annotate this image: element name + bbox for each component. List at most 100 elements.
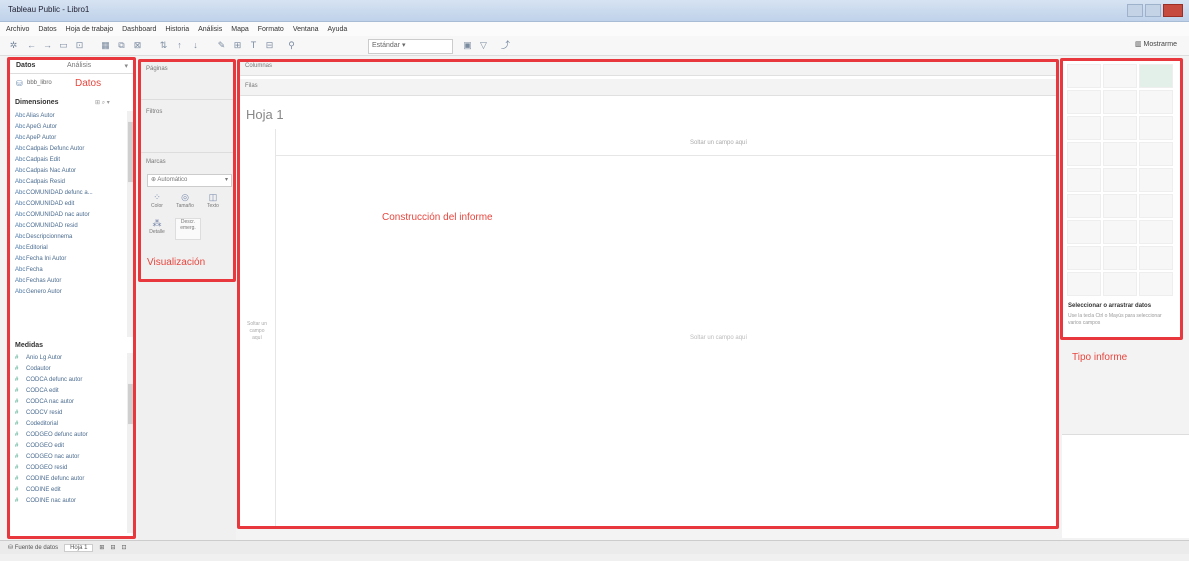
menu-dashboard[interactable]: Dashboard [122,26,156,33]
dimensions-scrollbar[interactable] [127,111,134,337]
tab-data-source[interactable]: ⛁ Fuente de datos [8,544,58,551]
columns-shelf[interactable]: Columnas [240,59,1058,76]
measure-field[interactable]: # CODCA nac autor [15,397,125,408]
menu-hoja-de-trabajo[interactable]: Hoja de trabajo [66,26,113,33]
measure-field[interactable]: # CODGEO resid [15,463,125,474]
chart-type-thumbnail[interactable] [1067,90,1101,114]
menu-ventana[interactable]: Ventana [293,26,319,33]
dimension-field[interactable]: AbcGenero Autor [15,287,125,298]
chart-type-thumbnail[interactable] [1067,194,1101,218]
dimension-field[interactable]: AbcApeG Autor [15,122,125,133]
drop-field-rows-target[interactable]: Soltar un campo aquí [246,321,268,342]
measure-field[interactable]: # CODINE edit [15,485,125,496]
menu-mapa[interactable]: Mapa [231,26,249,33]
chart-type-thumbnail[interactable] [1103,272,1137,296]
measure-field[interactable]: # CODCV resid [15,408,125,419]
panel-menu-icon[interactable]: ▾ [124,62,128,70]
dimension-field[interactable]: AbcAlias Autor [15,111,125,122]
menu-analisis[interactable]: Análisis [198,26,222,33]
text-mark-button[interactable]: ◫ Texto [203,192,223,212]
chart-type-thumbnail[interactable] [1139,64,1173,88]
measure-field[interactable]: # CODINE nac autor [15,496,125,507]
menu-formato[interactable]: Formato [258,26,284,33]
tab-analisis[interactable]: Análisis [67,62,91,69]
dimension-field[interactable]: AbcCOMUNIDAD edit [15,199,125,210]
menu-historia[interactable]: Historia [165,26,189,33]
dimension-field[interactable]: AbcCadpais Resid [15,177,125,188]
drop-field-view-target[interactable]: Soltar un campo aquí [690,335,747,341]
minimize-button[interactable] [1127,4,1143,17]
measure-field[interactable]: # CODCA edit [15,386,125,397]
chart-type-thumbnail[interactable] [1103,246,1137,270]
measure-field[interactable]: # CODGEO defunc autor [15,430,125,441]
tooltip-icon[interactable]: ▽ [478,40,489,51]
dimensions-tools-icon[interactable]: ⊞ ⌕ ▾ [95,99,110,107]
save-icon[interactable]: ▭ [58,40,69,51]
mark-type-dropdown[interactable]: ⊕ Automático ▾ [147,174,232,187]
group-icon[interactable]: ⊞ [232,40,243,51]
close-button[interactable] [1163,4,1183,17]
dimension-field[interactable]: AbcDescripcionnema [15,232,125,243]
chart-type-thumbnail[interactable] [1103,64,1137,88]
dimension-field[interactable]: AbcCOMUNIDAD nac autor [15,210,125,221]
chart-type-thumbnail[interactable] [1139,220,1173,244]
fit-dropdown[interactable]: Estándar ▾ [368,39,453,54]
add-datasource-icon[interactable]: ⊡ [74,40,85,51]
new-dashboard-icon[interactable]: ⊟ [110,544,115,551]
fix-axes-icon[interactable]: ⊟ [264,40,275,51]
dimension-field[interactable]: AbcCadpais Edit [15,155,125,166]
chart-type-thumbnail[interactable] [1067,220,1101,244]
measure-field[interactable]: # CODGEO edit [15,441,125,452]
dimension-field[interactable]: AbcCOMUNIDAD resid [15,221,125,232]
chart-type-thumbnail[interactable] [1103,220,1137,244]
share-icon[interactable]: ⤴ [500,40,511,51]
chart-type-thumbnail[interactable] [1139,116,1173,140]
chart-type-thumbnail[interactable] [1067,246,1101,270]
redo-icon[interactable]: → [42,40,53,51]
chart-type-thumbnail[interactable] [1067,116,1101,140]
chart-type-thumbnail[interactable] [1067,168,1101,192]
sort-asc-icon[interactable]: ↑ [174,40,185,51]
show-me-button[interactable]: ▥ Mostrarme [1135,40,1177,48]
swap-icon[interactable]: ⇅ [158,40,169,51]
chart-type-thumbnail[interactable] [1103,90,1137,114]
measure-field[interactable]: # Codautor [15,364,125,375]
dimension-field[interactable]: AbcCadpais Defunc Autor [15,144,125,155]
chart-type-thumbnail[interactable] [1103,142,1137,166]
menu-datos[interactable]: Datos [38,26,56,33]
measures-scrollbar[interactable] [127,353,134,533]
duplicate-sheet-icon[interactable]: ⧉ [116,40,127,51]
chart-type-thumbnail[interactable] [1103,116,1137,140]
dimension-field[interactable]: AbcCadpais Nac Autor [15,166,125,177]
chart-type-thumbnail[interactable] [1139,168,1173,192]
drop-field-columns-target[interactable]: Soltar un campo aquí [690,140,747,146]
detail-mark-button[interactable]: ⁂ Detalle [147,218,167,238]
tableau-logo-icon[interactable]: ✲ [8,40,19,51]
rows-shelf[interactable]: Filas [240,79,1058,96]
chart-type-thumbnail[interactable] [1067,272,1101,296]
color-mark-button[interactable]: ⁘ Color [147,192,167,212]
chart-type-thumbnail[interactable] [1139,246,1173,270]
measure-field[interactable]: # Anio Lg Autor [15,353,125,364]
undo-icon[interactable]: ← [26,40,37,51]
dimension-field[interactable]: AbcFecha Ini Autor [15,254,125,265]
tab-datos[interactable]: Datos [16,62,35,69]
pin-icon[interactable]: ⚲ [286,40,297,51]
chart-type-thumbnail[interactable] [1067,64,1101,88]
highlight-icon[interactable]: ✎ [216,40,227,51]
maximize-button[interactable] [1145,4,1161,17]
chart-type-thumbnail[interactable] [1139,194,1173,218]
menu-ayuda[interactable]: Ayuda [328,26,348,33]
measure-field[interactable]: # CODINE defunc autor [15,474,125,485]
dimension-field[interactable]: AbcFecha [15,265,125,276]
clear-sheet-icon[interactable]: ⊠ [132,40,143,51]
new-story-icon[interactable]: ⊡ [121,544,126,551]
new-sheet-icon[interactable]: ▦ [100,40,111,51]
chart-type-thumbnail[interactable] [1103,194,1137,218]
present-mode-icon[interactable]: ▣ [462,40,473,51]
menu-archivo[interactable]: Archivo [6,26,29,33]
tab-sheet[interactable]: Hoja 1 [64,543,94,552]
chart-type-thumbnail[interactable] [1139,272,1173,296]
dimension-field[interactable]: AbcCOMUNIDAD defunc a... [15,188,125,199]
measure-field[interactable]: # CODCA defunc autor [15,375,125,386]
